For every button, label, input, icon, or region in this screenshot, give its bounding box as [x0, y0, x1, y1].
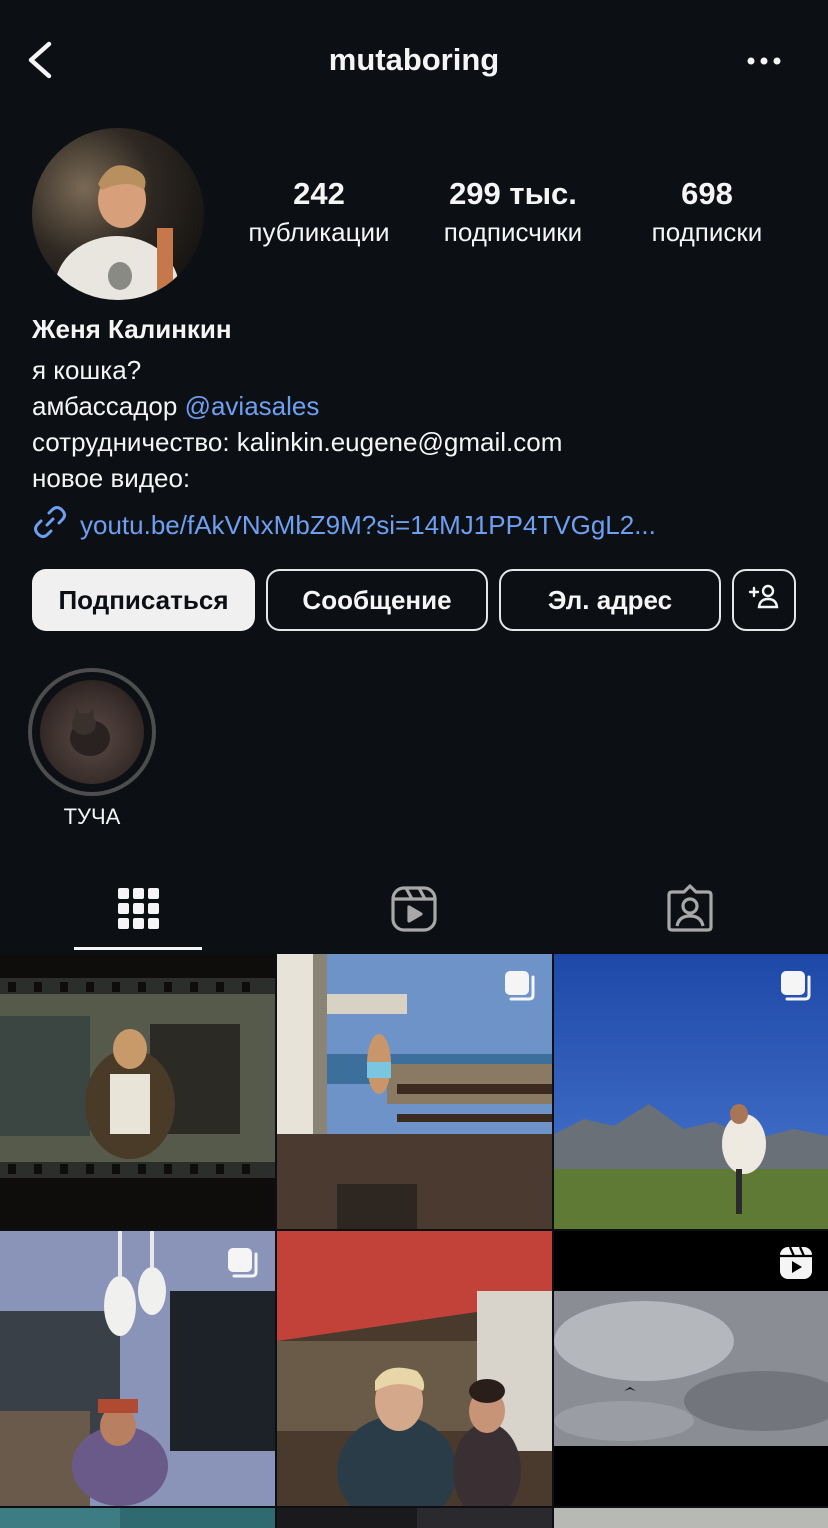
link-text: youtu.be/fAkVNxMbZ9M?si=14MJ1PP4TVGgL2..… [80, 509, 656, 540]
post-tile[interactable] [0, 1231, 275, 1506]
link-icon [32, 504, 68, 547]
post-tile[interactable] [277, 1231, 552, 1506]
grid-icon [110, 888, 166, 942]
bio-line-2: амбассадор @aviasales [32, 388, 319, 424]
tab-grid[interactable] [110, 882, 166, 938]
message-button[interactable]: Сообщение [266, 569, 488, 631]
add-person-icon [747, 580, 781, 621]
stat-followers-label: подписчики [443, 217, 583, 247]
post-tile[interactable] [554, 1231, 828, 1506]
reels-icon [386, 886, 442, 942]
tagged-person-icon [662, 884, 718, 942]
email-button[interactable]: Эл. адрес [499, 569, 721, 631]
stat-posts-label: публикации [248, 217, 390, 247]
post-tile[interactable] [277, 1508, 552, 1528]
highlight-cover [40, 680, 144, 784]
post-tile[interactable] [277, 954, 552, 1229]
stat-followers[interactable]: 299 тыс. подписчики [418, 176, 608, 250]
tab-tagged[interactable] [662, 882, 718, 938]
multiple-photos-icon [778, 968, 814, 1004]
bio-line-4: новое видео: [32, 463, 191, 493]
profile-external-link[interactable]: youtu.be/fAkVNxMbZ9M?si=14MJ1PP4TVGgL2..… [32, 505, 656, 545]
post-tile[interactable] [0, 954, 275, 1229]
active-tab-indicator [74, 947, 202, 950]
multiple-photos-icon [225, 1245, 261, 1281]
top-bar: mutaboring [0, 0, 828, 120]
highlight-label: ТУЧА [63, 804, 121, 829]
multiple-photos-icon [502, 968, 538, 1004]
stat-following-label: подписки [651, 217, 763, 247]
profile-username: mutaboring [328, 42, 500, 77]
story-highlight[interactable] [28, 668, 156, 796]
stat-followers-value: 299 тыс. [449, 176, 577, 211]
stat-posts[interactable]: 242 публикации [224, 176, 414, 250]
bio-line-1: я кошка? [32, 355, 142, 385]
reels-icon [778, 1245, 814, 1281]
profile-avatar[interactable] [32, 128, 204, 300]
more-horizontal-icon[interactable] [740, 46, 788, 76]
tab-reels[interactable] [386, 882, 442, 938]
suggest-people-button[interactable] [732, 569, 796, 631]
bio-mention-link[interactable]: @aviasales [185, 391, 320, 421]
follow-button[interactable]: Подписаться [32, 569, 255, 631]
stat-following-value: 698 [681, 176, 733, 211]
post-tile[interactable] [554, 1508, 828, 1528]
profile-full-name: Женя Калинкин [32, 314, 232, 344]
post-tile[interactable] [0, 1508, 275, 1528]
stat-posts-value: 242 [293, 176, 345, 211]
bio-line-2-text: амбассадор [32, 391, 185, 421]
stat-following[interactable]: 698 подписки [612, 176, 802, 250]
post-tile[interactable] [554, 954, 828, 1229]
bio-line-3: сотрудничество: kalinkin.eugene@gmail.co… [32, 427, 563, 457]
